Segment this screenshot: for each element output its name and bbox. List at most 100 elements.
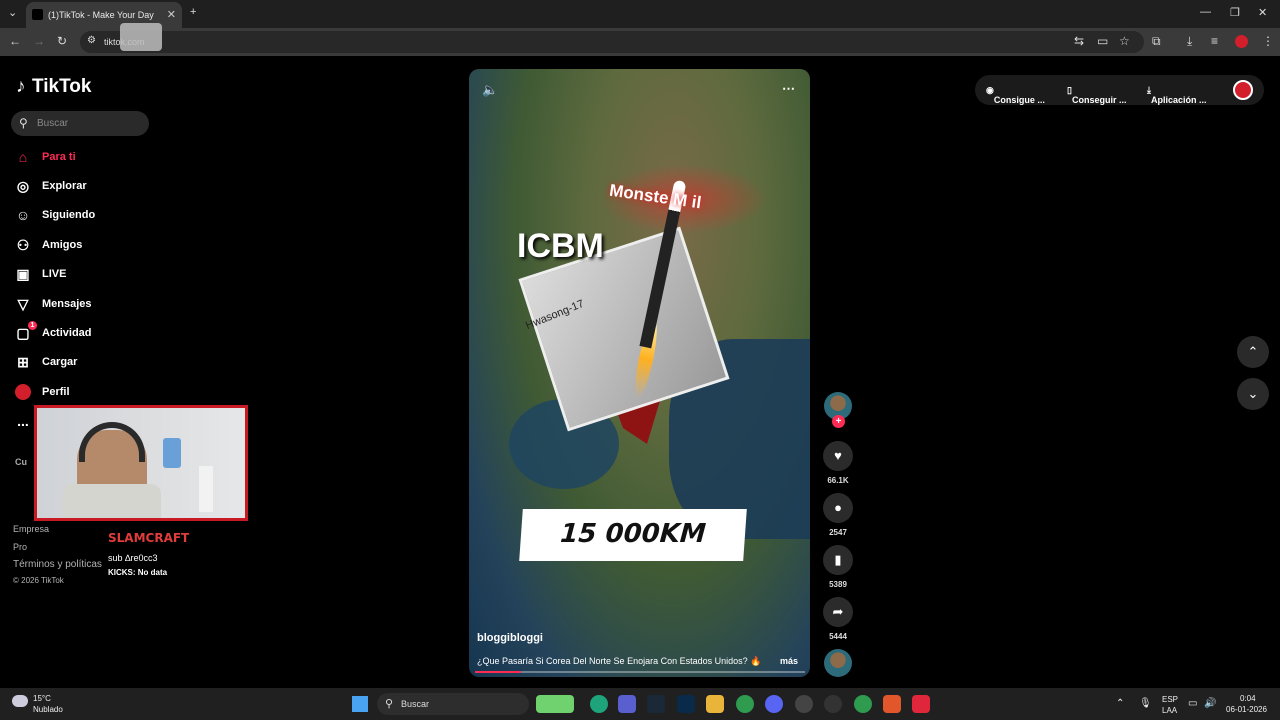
- blur-overlay: [120, 23, 162, 51]
- media-player-icon[interactable]: [824, 695, 842, 713]
- footer-terms[interactable]: Términos y políticas: [13, 559, 102, 570]
- tiktok-page: ♪ TikTok ⚲ Buscar ⌂ Para ti ◎ Explorar ☺ …: [0, 56, 1280, 688]
- activity-badge: 1: [28, 321, 37, 330]
- more-icon: ...: [17, 413, 29, 429]
- share-action[interactable]: ➦ 5444: [822, 597, 854, 641]
- previous-video-button[interactable]: ⌃: [1237, 336, 1269, 368]
- save-action[interactable]: ▮ 5389: [822, 545, 854, 589]
- brave-icon[interactable]: [883, 695, 901, 713]
- network-icon[interactable]: ▭: [1188, 698, 1197, 709]
- following-accounts-heading: Cu: [15, 457, 27, 467]
- bookmark-icon[interactable]: ▮: [823, 545, 853, 575]
- address-bar[interactable]: ⚙ tiktok.com: [80, 23, 1144, 53]
- microphone-icon[interactable]: 🎙: [1139, 698, 1152, 709]
- volume-tray-icon[interactable]: 🔊: [1204, 698, 1216, 709]
- system-tray: ⌃ 🎙 ESP LAA ▭ 🔊 0:04 06-01-2026: [1112, 688, 1280, 720]
- minimize-icon[interactable]: —: [1200, 6, 1211, 18]
- top-right-bar: ◉ Consigue ... ▯ Conseguir ... ⤓ Aplicac…: [975, 75, 1264, 105]
- tray-expand-icon[interactable]: ⌃: [1116, 698, 1124, 709]
- file-explorer-icon[interactable]: [706, 695, 724, 713]
- tab-search-icon[interactable]: ⌄: [8, 6, 17, 19]
- video-author[interactable]: bloggibloggi: [477, 632, 543, 644]
- video-player[interactable]: Monste M il ICBM Hwasong-17 15 000KM 🔈 ⋯…: [469, 69, 810, 677]
- restore-icon[interactable]: ❐: [1230, 6, 1240, 19]
- tiktok-logo[interactable]: ♪ TikTok: [16, 76, 91, 98]
- follow-button[interactable]: +: [832, 415, 845, 428]
- video-progress-bar[interactable]: [475, 671, 805, 673]
- profile-icon: [14, 384, 32, 403]
- nav-label: Amigos: [42, 239, 83, 251]
- windows-start-icon[interactable]: [352, 696, 368, 712]
- footer-copyright: © 2026 TikTok: [13, 576, 64, 585]
- search-icon: ⚲: [19, 116, 28, 130]
- tab-title: (1)TikTok - Make Your Day: [48, 10, 154, 20]
- close-tab-icon[interactable]: ✕: [167, 8, 176, 21]
- video-more-link[interactable]: más: [780, 656, 798, 666]
- comment-action[interactable]: ● 2547: [822, 493, 854, 537]
- volume-icon[interactable]: 🔈: [482, 82, 498, 98]
- logo-text: TikTok: [32, 76, 92, 97]
- translate-icon[interactable]: ⇆: [1074, 34, 1084, 48]
- search-input[interactable]: ⚲ Buscar: [11, 111, 149, 136]
- discord-icon[interactable]: [765, 695, 783, 713]
- chrome-active-icon[interactable]: [854, 695, 872, 713]
- clock-time[interactable]: 0:04: [1240, 694, 1256, 703]
- video-text-icbm: ICBM: [517, 227, 604, 265]
- heart-icon[interactable]: ♥: [823, 441, 853, 471]
- share-count: 5444: [829, 632, 847, 641]
- downloads-icon[interactable]: ⤓: [1187, 34, 1192, 49]
- obs-icon[interactable]: [795, 695, 813, 713]
- cast-icon[interactable]: ▭: [1097, 34, 1108, 48]
- compass-icon: ◎: [16, 178, 30, 194]
- site-info-icon[interactable]: ⚙: [87, 35, 96, 46]
- nav-label: Mensajes: [42, 298, 92, 310]
- desktop-app-link[interactable]: ⤓ Aplicación ...: [1147, 85, 1207, 105]
- footer-programas[interactable]: Pro: [13, 542, 27, 552]
- nav-label: Actividad: [42, 327, 92, 339]
- reload-icon[interactable]: ↻: [57, 34, 67, 48]
- task-view-icon[interactable]: [536, 695, 574, 713]
- live-icon: ▣: [16, 266, 30, 282]
- messages-icon: ▽: [17, 296, 29, 312]
- coins-link[interactable]: ◉ Consigue ...: [986, 85, 1045, 105]
- comment-count: 2547: [829, 528, 847, 537]
- back-icon[interactable]: ←: [9, 34, 21, 48]
- get-app-link[interactable]: ▯ Conseguir ...: [1067, 85, 1126, 105]
- forward-icon[interactable]: →: [33, 34, 45, 48]
- comment-icon[interactable]: ●: [823, 493, 853, 523]
- home-icon: ⌂: [18, 149, 28, 165]
- lang-code[interactable]: ESP: [1162, 695, 1178, 704]
- video-progress-fill: [475, 671, 522, 673]
- next-video-button[interactable]: ⌄: [1237, 378, 1269, 410]
- teams-icon[interactable]: [618, 695, 636, 713]
- taskbar-search[interactable]: ⚲ Buscar: [377, 693, 529, 715]
- chrome-icon[interactable]: [736, 695, 754, 713]
- tiktok-note-icon: ♪: [16, 76, 26, 97]
- close-window-icon[interactable]: ✕: [1258, 6, 1267, 19]
- bookmark-star-icon[interactable]: ☆: [1119, 34, 1130, 48]
- browser-menu-icon[interactable]: ⋮: [1262, 34, 1274, 48]
- reading-list-icon[interactable]: ≡: [1211, 34, 1218, 48]
- clock-date: 06-01-2026: [1226, 705, 1267, 714]
- share-icon[interactable]: ➦: [823, 597, 853, 627]
- extensions-icon[interactable]: ⧉: [1152, 34, 1161, 49]
- following-icon: ☺: [15, 207, 31, 223]
- app-red-icon[interactable]: [912, 695, 930, 713]
- tiktok-favicon: [32, 9, 43, 20]
- streamer-kicks: KICKS: No data: [108, 568, 168, 577]
- profile-avatar[interactable]: [1233, 80, 1253, 100]
- like-action[interactable]: ♥ 66.1K: [822, 441, 854, 485]
- browser-profile-avatar[interactable]: [1235, 35, 1248, 48]
- coins-label: Consigue ...: [993, 95, 1045, 105]
- desktop-app-label: Aplicación ...: [1150, 95, 1207, 105]
- new-tab-button[interactable]: +: [190, 6, 196, 18]
- nav-label: Cargar: [42, 356, 78, 368]
- weather-desc: Nublado: [33, 705, 63, 714]
- lang-layout: LAA: [1162, 706, 1178, 715]
- steam-icon[interactable]: [647, 695, 665, 713]
- photoshop-icon[interactable]: [677, 695, 695, 713]
- footer-empresa[interactable]: Empresa: [13, 524, 49, 534]
- edge-icon[interactable]: [590, 695, 608, 713]
- sound-disc-avatar[interactable]: [824, 649, 852, 677]
- video-more-icon[interactable]: ⋯: [782, 81, 795, 97]
